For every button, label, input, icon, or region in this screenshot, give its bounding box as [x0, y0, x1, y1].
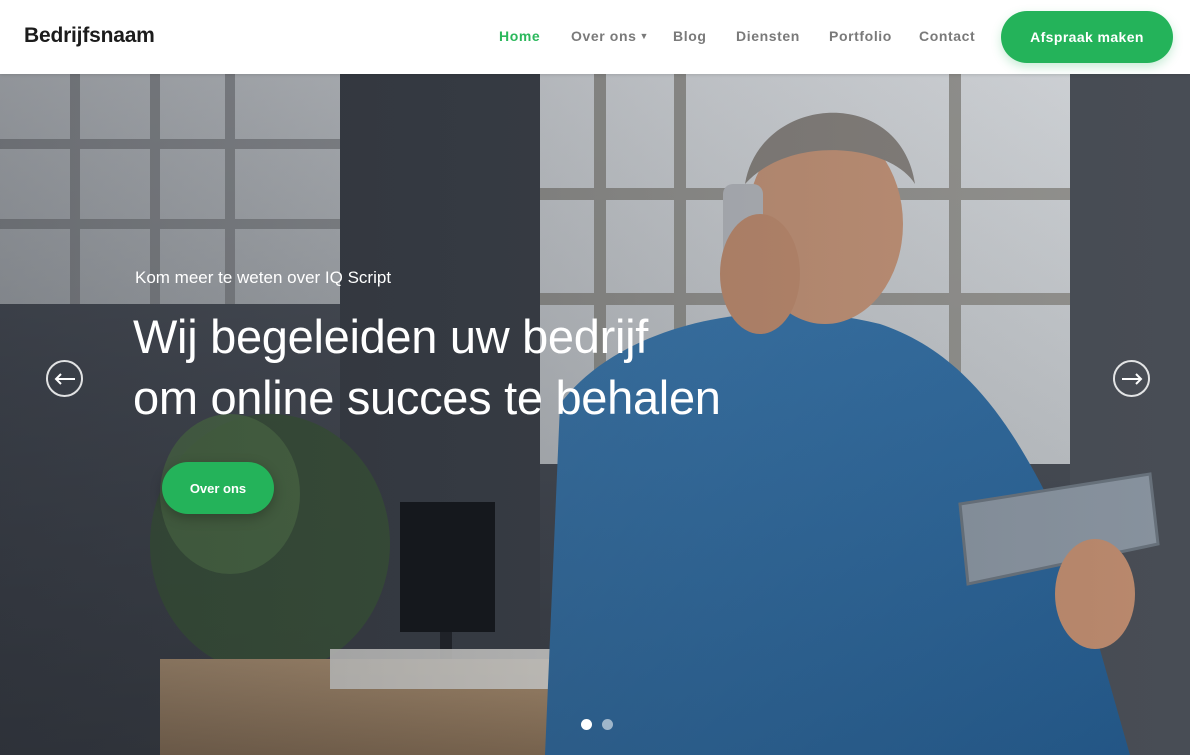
- slider-dot-1[interactable]: [581, 719, 592, 730]
- chevron-down-icon: ▼: [639, 31, 650, 41]
- nav-contact[interactable]: Contact: [919, 28, 975, 44]
- hero-kicker: Kom meer te weten over IQ Script: [135, 268, 392, 287]
- appointment-button[interactable]: Afspraak maken: [1001, 11, 1173, 63]
- nav-blog[interactable]: Blog: [673, 28, 707, 44]
- nav-over-ons[interactable]: Over ons ▼: [571, 28, 649, 44]
- hero-headline-line-2: om online succes te behalen: [133, 371, 721, 424]
- hero-over-ons-button[interactable]: Over ons: [162, 462, 274, 514]
- nav-portfolio[interactable]: Portfolio: [829, 28, 892, 44]
- hero-slider: Kom meer te weten over IQ Script Wij beg…: [0, 74, 1190, 755]
- nav-over-ons-label: Over ons: [571, 28, 637, 44]
- slider-prev-button[interactable]: [46, 360, 83, 397]
- hero-headline-line-1: Wij begeleiden uw bedrijf: [133, 310, 649, 363]
- slider-next-button[interactable]: [1113, 360, 1150, 397]
- arrow-left-icon: [54, 372, 75, 385]
- nav-home[interactable]: Home: [499, 28, 540, 44]
- nav-diensten[interactable]: Diensten: [736, 28, 800, 44]
- site-header: Bedrijfsnaam Home Over ons ▼ Blog Dienste…: [0, 0, 1190, 74]
- arrow-right-icon: [1121, 372, 1142, 385]
- hero-headline: Wij begeleiden uw bedrijf om online succ…: [133, 306, 813, 428]
- slider-dot-2[interactable]: [602, 719, 613, 730]
